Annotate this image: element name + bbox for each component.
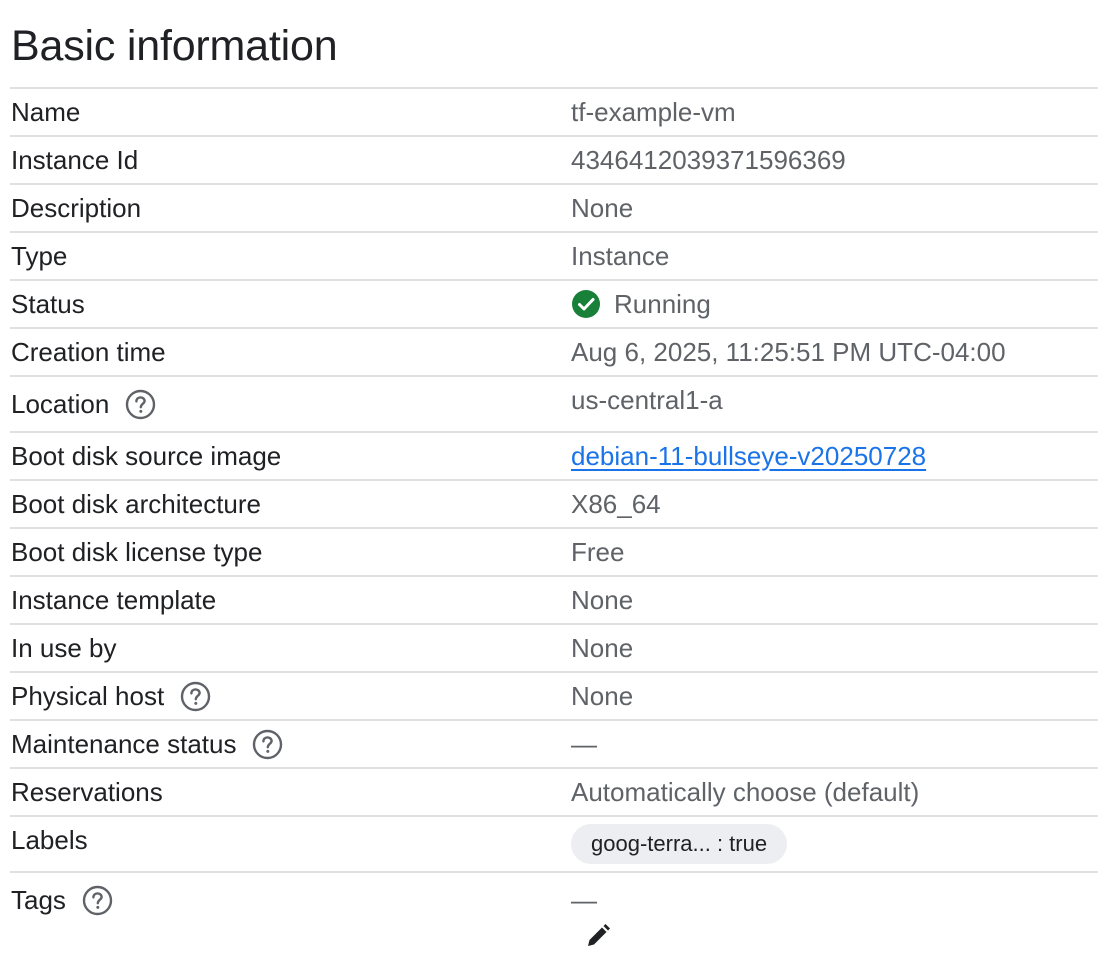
help-circle-icon[interactable] [125, 389, 156, 420]
row-label: Type [11, 240, 68, 271]
row-label: Labels [11, 824, 88, 855]
info-row-physical-host: Physical host None [10, 671, 1098, 719]
info-row-labels: Labels goog-terra... : true [10, 815, 1098, 871]
row-value: None [571, 584, 634, 615]
row-label: Reservations [11, 776, 163, 807]
row-value: Aug 6, 2025, 11:25:51 PM UTC-04:00 [571, 336, 1006, 367]
info-row-tags: Tags — [10, 871, 1098, 927]
info-row-creation-time: Creation time Aug 6, 2025, 11:25:51 PM U… [10, 327, 1098, 375]
label-chip[interactable]: goog-terra... : true [571, 824, 788, 864]
row-value-container: goog-terra... : true [570, 824, 1098, 864]
status-value: Running [570, 289, 1098, 320]
row-value: None [571, 680, 634, 711]
row-label-container: Tags [10, 885, 570, 916]
row-label: Boot disk license type [11, 536, 263, 567]
boot-disk-image-link[interactable]: debian-11-bullseye-v20250728 [571, 441, 926, 472]
row-value: 4346412039371596369 [571, 144, 846, 175]
row-value: X86_64 [571, 488, 661, 519]
row-value: Instance [571, 240, 670, 271]
row-value: Automatically choose (default) [571, 776, 920, 807]
help-circle-icon[interactable] [180, 681, 211, 712]
row-label: Name [11, 96, 81, 127]
info-row-reservations: Reservations Automatically choose (defau… [10, 767, 1098, 815]
row-label: Status [11, 288, 85, 319]
row-label-container: Location [10, 389, 570, 420]
basic-info-table: Name tf-example-vm Instance Id 434641203… [10, 87, 1098, 927]
info-row-boot-disk-source-image: Boot disk source image debian-11-bullsey… [10, 431, 1098, 479]
row-value-container: debian-11-bullseye-v20250728 [570, 441, 1098, 472]
row-label: Creation time [11, 336, 166, 367]
row-label: Physical host [11, 680, 165, 711]
row-label: In use by [11, 632, 117, 663]
info-row-boot-disk-architecture: Boot disk architecture X86_64 [10, 479, 1098, 527]
info-row-boot-disk-license-type: Boot disk license type Free [10, 527, 1098, 575]
info-row-instance-template: Instance template None [10, 575, 1098, 623]
help-circle-icon[interactable] [82, 885, 113, 916]
row-value: — [571, 884, 597, 915]
info-row-description: Description None [10, 183, 1098, 231]
row-label-container: Maintenance status [10, 729, 570, 760]
row-label: Instance Id [11, 144, 139, 175]
pencil-icon[interactable] [584, 922, 612, 950]
info-row-instance-id: Instance Id 4346412039371596369 [10, 135, 1098, 183]
row-value: Free [571, 536, 625, 567]
row-value: — [571, 728, 597, 759]
info-row-name: Name tf-example-vm [10, 87, 1098, 135]
row-value: us-central1-a [571, 384, 723, 415]
row-label: Boot disk source image [11, 440, 282, 471]
row-label-container: Physical host [10, 681, 570, 712]
info-row-type: Type Instance [10, 231, 1098, 279]
status-text: Running [614, 288, 711, 319]
info-row-location: Location us-central1-a [10, 375, 1098, 431]
row-label: Maintenance status [11, 728, 237, 759]
info-row-status: Status Running [10, 279, 1098, 327]
row-label: Boot disk architecture [11, 488, 262, 519]
help-circle-icon[interactable] [252, 729, 283, 760]
row-label: Location [11, 388, 110, 419]
row-label: Instance template [11, 584, 217, 615]
row-label: Tags [11, 884, 66, 915]
row-value: None [571, 192, 634, 223]
row-value: None [571, 632, 634, 663]
check-circle-icon [571, 289, 601, 319]
row-label: Description [11, 192, 142, 223]
page-title: Basic information [11, 22, 338, 70]
row-value: tf-example-vm [571, 96, 736, 127]
info-row-in-use-by: In use by None [10, 623, 1098, 671]
info-row-maintenance-status: Maintenance status — [10, 719, 1098, 767]
